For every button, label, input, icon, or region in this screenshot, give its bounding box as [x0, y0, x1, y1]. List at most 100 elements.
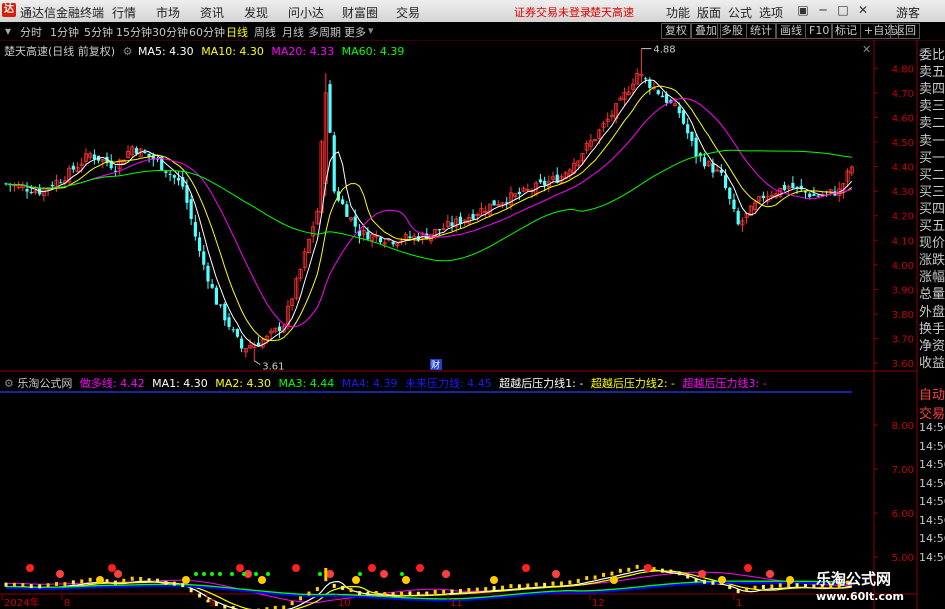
candle-body-down — [328, 84, 332, 133]
signal-marker-icon — [292, 564, 300, 572]
candle-body-up — [630, 83, 635, 90]
tab-5min[interactable]: 5分钟 — [84, 24, 113, 40]
candle-body-up — [462, 219, 467, 224]
sub-bar — [804, 584, 808, 589]
candle-body-up — [428, 234, 433, 242]
candle-body-up — [496, 204, 501, 206]
mark-button[interactable]: 标记 — [831, 23, 861, 39]
chart-close-icon[interactable]: ✕ — [862, 43, 871, 56]
multi-stock-button[interactable]: 多股 — [717, 23, 747, 39]
draw-line-button[interactable]: 画线 — [776, 23, 806, 39]
sub-bar — [164, 580, 168, 585]
sub-bar — [761, 584, 765, 589]
side-panel-item[interactable]: 收益 — [919, 352, 945, 371]
sub-bar — [719, 580, 723, 585]
tab-1min[interactable]: 1分钟 — [50, 24, 79, 40]
candle-body-up — [757, 196, 762, 202]
candle-body-down — [719, 169, 723, 173]
candle-body-down — [543, 180, 547, 186]
candle-body-down — [164, 171, 168, 173]
settings-gear-icon[interactable]: ⚙ — [123, 45, 133, 58]
sub-settings-gear-icon[interactable]: ⚙ — [4, 377, 14, 390]
candle-body-down — [816, 195, 820, 197]
sub-bar — [315, 587, 319, 592]
candle-body-down — [694, 137, 698, 157]
sub-ma4-line — [5, 581, 852, 602]
sub-bar — [686, 574, 690, 579]
sub-spike-bar — [324, 571, 328, 582]
menu-functions[interactable]: 功能 — [666, 4, 690, 21]
stock-title: 楚天高速(日线 前复权) — [4, 45, 116, 58]
sub-bar — [660, 568, 664, 573]
candle-body-up — [248, 345, 253, 349]
high-price-label: 4.88 — [653, 45, 675, 56]
candle-body-up — [639, 74, 644, 77]
sub-bar — [139, 577, 143, 582]
candle-body-up — [260, 339, 265, 348]
tab-30min[interactable]: 30分钟 — [152, 24, 188, 40]
sub-bar — [812, 584, 816, 589]
signal-marker-icon — [442, 570, 450, 578]
f10-button[interactable]: F10 — [805, 23, 834, 39]
candle-body-down — [782, 184, 787, 191]
tab-weekly[interactable]: 周线 — [254, 24, 276, 40]
candle-body-down — [227, 317, 231, 327]
signal-marker-icon — [368, 564, 376, 572]
menu-options[interactable]: 选项 — [759, 4, 783, 21]
guest-label[interactable]: 游客 — [896, 4, 920, 21]
candle-body-down — [231, 329, 235, 331]
menu-discover[interactable]: 发现 — [244, 4, 268, 21]
close-icon[interactable]: ✕ — [855, 2, 871, 18]
maximize-icon[interactable]: □ — [835, 2, 851, 18]
sub-bar — [206, 598, 210, 603]
candle-body-down — [669, 100, 673, 103]
candle-body-up — [500, 202, 505, 206]
menu-quotes[interactable]: 行情 — [112, 4, 136, 21]
sub-bar — [585, 576, 589, 581]
menu-layout[interactable]: 版面 — [697, 4, 721, 21]
sub-dot-marker — [318, 572, 322, 576]
tab-15min[interactable]: 15分钟 — [116, 24, 152, 40]
price-tick-label: 4.00 — [892, 261, 914, 272]
restore-rights-button[interactable]: 复权 — [661, 23, 691, 39]
candle-body-up — [399, 240, 404, 243]
sub-bar — [105, 579, 109, 584]
menu-ask[interactable]: 问小达 — [288, 4, 324, 21]
candle-body-up — [559, 176, 564, 184]
menu-trade[interactable]: 交易 — [396, 4, 420, 21]
candle-body-up — [290, 298, 295, 306]
menu-news[interactable]: 资讯 — [200, 4, 224, 21]
tab-daily[interactable]: 日线 — [226, 24, 248, 40]
sub-bar — [543, 582, 547, 587]
menu-toggle-icon[interactable]: ▾ — [3, 23, 13, 39]
tab-multi-period[interactable]: 多周期 — [308, 24, 341, 40]
tab-monthly[interactable]: 月线 — [282, 24, 304, 40]
candle-body-down — [176, 177, 181, 181]
tab-more[interactable]: 更多 — [344, 24, 366, 40]
candle-body-up — [454, 218, 459, 228]
sub-bar — [54, 582, 58, 587]
sub-bar — [770, 584, 774, 589]
sub-bar — [155, 578, 159, 583]
menu-wealth[interactable]: 财富圈 — [342, 4, 378, 21]
menu-formula[interactable]: 公式 — [728, 4, 752, 21]
back-button[interactable]: 返回 — [890, 23, 920, 39]
kline-chart[interactable]: 4.80 4.70 4.60 4.50 4.40 4.30 4.20 4.10 4.00 3.90… — [0, 0, 945, 609]
tab-timeshare[interactable]: 分时 — [20, 24, 42, 40]
sub-dot-marker — [210, 572, 214, 576]
candle-body-down — [336, 191, 341, 201]
candle-body-up — [75, 167, 80, 172]
signal-marker-icon — [244, 570, 252, 578]
tab-60min[interactable]: 60分钟 — [189, 24, 225, 40]
candle-body-up — [445, 221, 450, 227]
statistics-button[interactable]: 统计 — [746, 23, 776, 39]
date-tick-label: 10 — [338, 598, 351, 609]
login-status[interactable]: 证券交易未登录 — [514, 4, 591, 20]
skin-icon[interactable]: ▣ — [795, 2, 811, 18]
sub-bar — [736, 589, 740, 594]
more-chevron-icon[interactable]: ▾ — [368, 24, 374, 37]
minimize-icon[interactable]: ─ — [815, 2, 831, 18]
date-tick-label: 1 — [736, 598, 742, 609]
candle-body-up — [778, 187, 783, 197]
menu-market[interactable]: 市场 — [156, 4, 180, 21]
